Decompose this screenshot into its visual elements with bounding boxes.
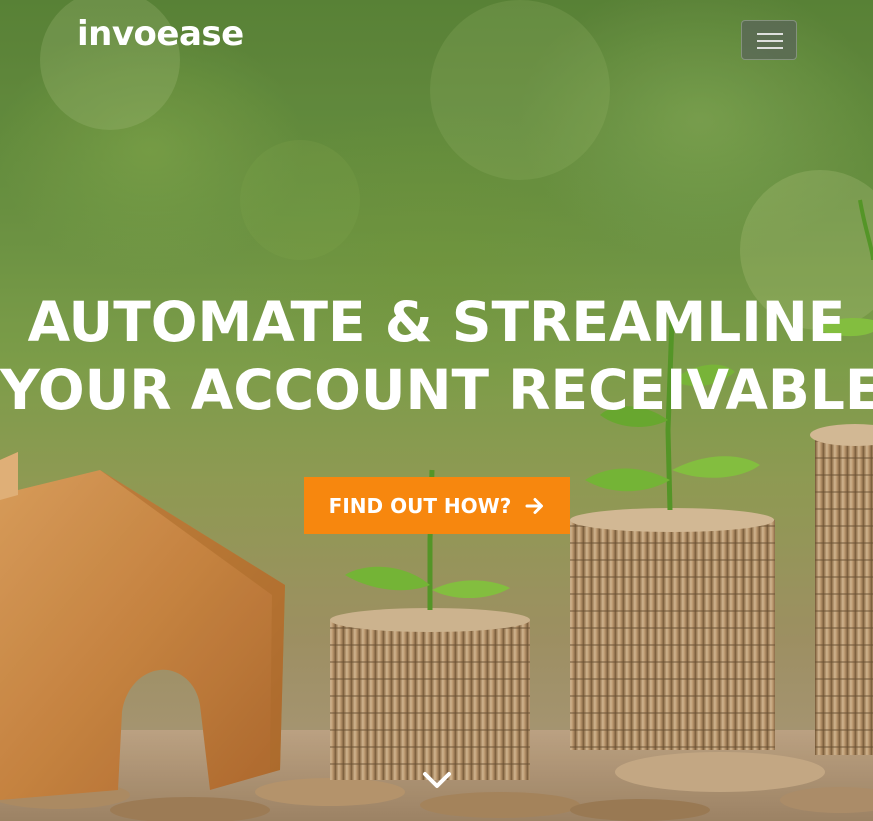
navbar-toggler-button[interactable] [741, 20, 797, 60]
hero-section: invoease AUTOMATE & STREAMLINE YOUR ACCO… [0, 0, 873, 821]
navbar: invoease [0, 0, 873, 80]
headline-line-1: AUTOMATE & STREAMLINE [27, 290, 846, 354]
hamburger-icon-bar [757, 40, 783, 42]
scroll-down-button[interactable] [421, 768, 453, 792]
chevron-down-icon [423, 772, 451, 788]
hero-headline: AUTOMATE & STREAMLINE YOUR ACCOUNT RECEI… [0, 288, 873, 424]
cta-label: FIND OUT HOW? [328, 493, 512, 518]
find-out-how-button[interactable]: FIND OUT HOW? [304, 477, 570, 534]
headline-line-2: YOUR ACCOUNT RECEIVABLE [0, 358, 873, 422]
brand-logo[interactable]: invoease [77, 14, 244, 54]
arrow-right-icon [525, 497, 544, 514]
hamburger-icon [757, 33, 783, 35]
hamburger-icon-bar [757, 47, 783, 49]
